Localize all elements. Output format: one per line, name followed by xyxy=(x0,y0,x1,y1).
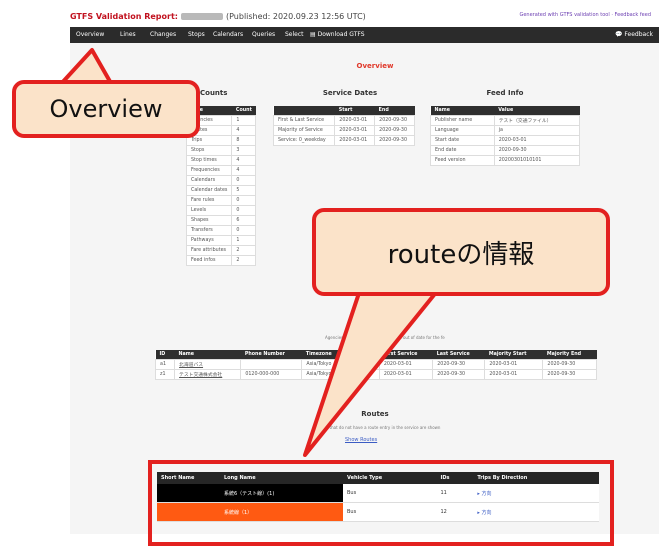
route-callout: routeの情報 xyxy=(312,208,610,296)
route-callout-pointer xyxy=(303,288,440,457)
overview-callout: Overview xyxy=(12,80,200,138)
